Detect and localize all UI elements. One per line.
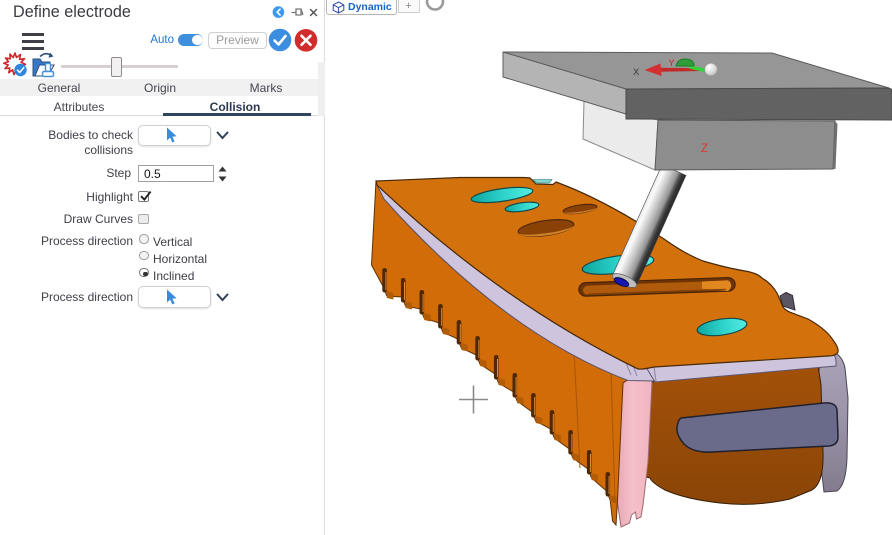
svg-text:Z: Z: [701, 143, 708, 155]
svg-text:Y: Y: [669, 58, 675, 68]
svg-text:X: X: [633, 67, 640, 78]
